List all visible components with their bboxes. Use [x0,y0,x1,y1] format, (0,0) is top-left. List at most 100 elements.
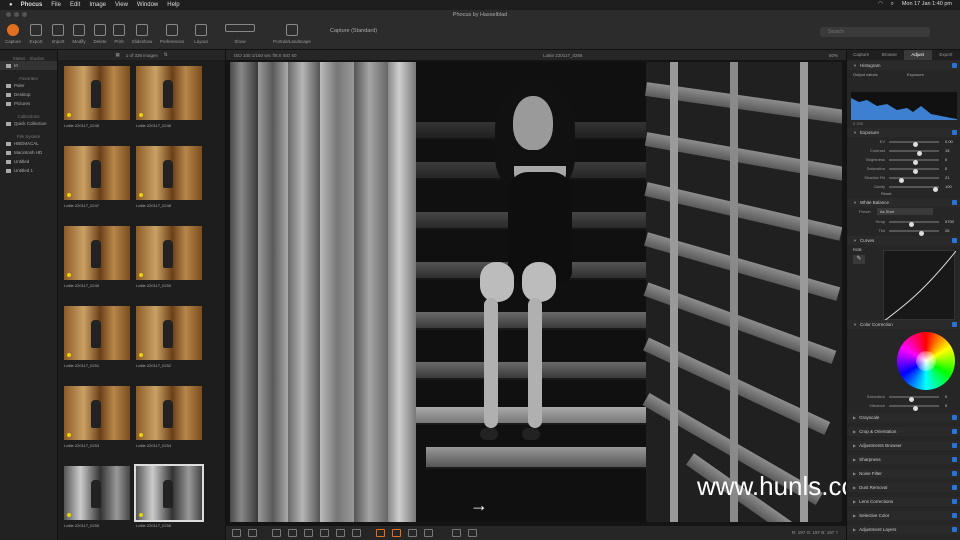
compare-icon[interactable] [232,529,241,537]
search-input[interactable] [820,27,930,37]
slider-track[interactable] [889,177,939,183]
section-collapsed[interactable]: ▶ Dust Removal [847,483,960,492]
thumbnail[interactable] [64,386,130,440]
next-icon[interactable] [468,529,477,537]
thumbnail[interactable] [134,464,204,522]
slider[interactable]: Shadow Fill 21 [855,174,955,183]
menu-image[interactable]: Image [89,2,106,8]
menu-app-name[interactable]: Phocus [21,2,43,8]
tab-browse[interactable]: Browse [875,50,903,60]
layout-button[interactable]: Layout [186,24,216,44]
previous-icon[interactable] [452,529,461,537]
slider-value[interactable]: 26 [945,228,949,233]
thumbnail[interactable] [64,306,130,360]
section-collapsed[interactable]: ▶ Crop & Orientation [847,427,960,436]
toggle[interactable] [952,322,957,327]
sort-icon[interactable]: ⇅ [164,52,168,58]
toggle[interactable] [952,415,957,420]
slider[interactable]: Temp 5700 [855,218,955,227]
slider-value[interactable]: 5700 [945,219,954,224]
wifi-icon[interactable]: ◠ [878,1,883,8]
volume-item[interactable]: Untitled [0,157,57,166]
slider-value[interactable]: 100 [945,184,952,189]
thumbnail[interactable] [136,226,202,280]
slider-track[interactable] [889,405,939,411]
tab-export[interactable]: Export [932,50,960,60]
crop-icon[interactable] [272,529,281,537]
preferences-button[interactable]: Preferences [157,24,187,44]
thumbnail[interactable] [64,466,130,520]
exposure-reset[interactable]: Reset [881,191,891,196]
toggle[interactable] [952,471,957,476]
volume-item[interactable]: Macintosh HD [0,148,57,157]
slider-value[interactable]: 0 [945,394,947,399]
thumbnail[interactable] [64,146,130,200]
slider[interactable]: Vibrance 0 [855,402,955,411]
color-wheel[interactable] [897,332,955,390]
volume-item[interactable]: HBEMACAL [0,139,57,148]
tab-capture[interactable]: Capture [847,50,875,60]
thumbnail[interactable] [136,66,202,120]
fit-icon[interactable] [248,529,257,537]
wb-preset-dropdown[interactable]: As Shot [877,208,933,215]
slider-track[interactable] [889,396,939,402]
tab-adjust[interactable]: Adjust [903,50,932,60]
section-collapsed[interactable]: ▶ Sharpness [847,455,960,464]
section-histogram[interactable]: ▼ Histogram [847,61,960,70]
slider-value[interactable]: 0 [945,166,947,171]
slider[interactable]: Saturation 0 [855,165,955,174]
clock[interactable]: Mon 17 Jan 1:40 pm [902,1,952,8]
section-collapsed[interactable]: ▶ Grayscale [847,413,960,422]
toggle[interactable] [952,238,957,243]
menu-file[interactable]: File [51,2,61,8]
thumbnail[interactable] [136,146,202,200]
toggle[interactable] [952,443,957,448]
toggle[interactable] [952,200,957,205]
slider[interactable]: Brightness 0 [855,156,955,165]
histogram-option-output[interactable]: Output values [853,72,878,77]
slider[interactable]: Contrast 15 [855,147,955,156]
section-collapsed[interactable]: ▶ Noise Filter [847,469,960,478]
status-item[interactable]: M [0,61,57,70]
menu-edit[interactable]: Edit [70,2,80,8]
brush-icon[interactable] [320,529,329,537]
thumbnail[interactable] [136,306,202,360]
slider-value[interactable]: 0.00 [945,139,953,144]
grid-overlay-icon[interactable] [408,529,417,537]
slider-knob[interactable] [933,187,938,192]
hand-icon[interactable] [336,529,345,537]
slider-track[interactable] [889,159,939,165]
toggle[interactable] [952,513,957,518]
slider[interactable]: Saturation 0 [855,393,955,402]
slider-track[interactable] [889,141,939,147]
section-color-correction[interactable]: ▼ Color Correction [847,320,960,329]
section-collapsed[interactable]: ▶ Lens Corrections [847,497,960,506]
favorite-item[interactable]: Paler [0,81,57,90]
menu-view[interactable]: View [115,2,128,8]
shadow-warning-icon[interactable] [392,529,401,537]
toggle[interactable] [952,485,957,490]
curves-graph[interactable] [883,250,957,322]
main-photo[interactable] [230,62,842,522]
search-icon[interactable]: ⌕ [891,1,894,8]
section-white-balance[interactable]: ▼ White Balance [847,198,960,207]
slider-track[interactable] [889,168,939,174]
toggle[interactable] [952,130,957,135]
slider[interactable]: EV 0.00 [855,138,955,147]
section-collapsed[interactable]: ▶ Selective Color [847,511,960,520]
collection-item[interactable]: Quick Collection [0,119,57,128]
zoom-level[interactable]: 50% [829,53,838,58]
thumbnail[interactable] [136,386,202,440]
slider-track[interactable] [889,221,939,227]
slider-value[interactable]: 21 [945,175,949,180]
loupe-icon[interactable] [424,529,433,537]
slider-knob[interactable] [913,406,918,411]
section-collapsed[interactable]: ▶ Adjustment Layers [847,525,960,534]
eyedropper-icon[interactable]: ✎ [853,255,865,264]
slideshow-button[interactable]: Slideshow [127,24,157,44]
toggle[interactable] [952,457,957,462]
toggle[interactable] [952,499,957,504]
toggle[interactable] [952,429,957,434]
toggle[interactable] [952,527,957,532]
preset-dropdown[interactable]: Capture (Standard) [330,28,377,34]
